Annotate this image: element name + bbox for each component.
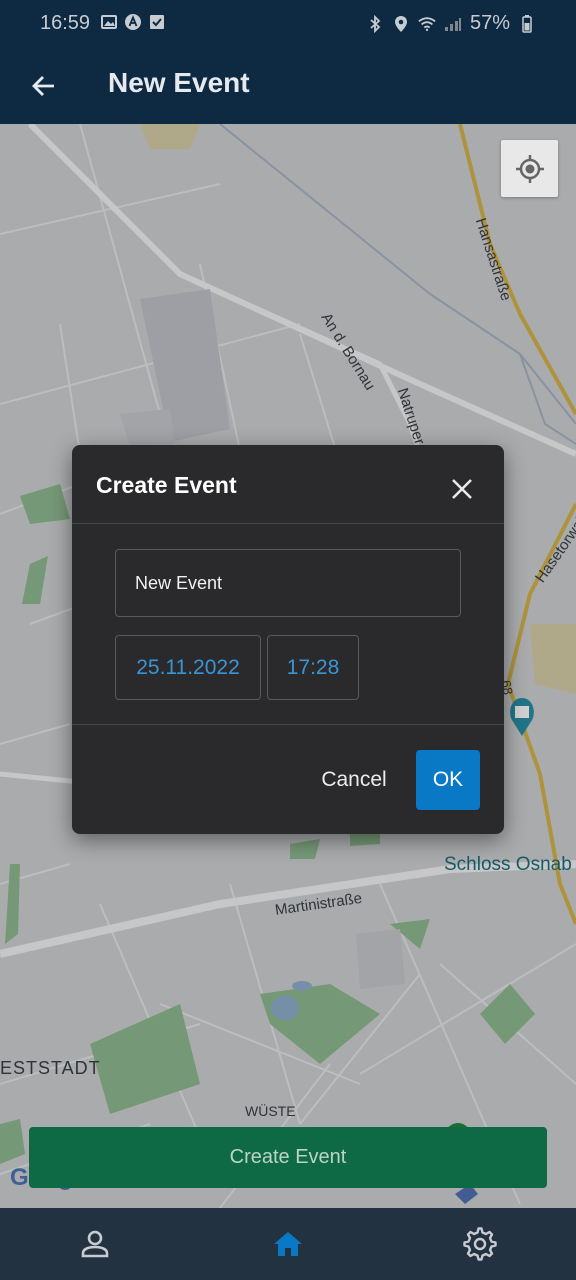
dialog-divider-top xyxy=(72,523,504,524)
cancel-button[interactable]: Cancel xyxy=(308,750,400,810)
check-box-icon xyxy=(148,13,166,31)
create-event-button[interactable]: Create Event xyxy=(29,1127,547,1188)
nav-item-home[interactable] xyxy=(268,1224,308,1264)
status-right: 57% xyxy=(366,12,536,35)
person-icon xyxy=(81,1230,109,1258)
status-time: 16:59 xyxy=(40,12,91,34)
home-icon xyxy=(274,1232,302,1256)
event-name-input[interactable]: New Event xyxy=(115,549,461,617)
time-value: 17:28 xyxy=(286,655,340,679)
page-title: New Event xyxy=(108,67,250,98)
bluetooth-icon xyxy=(366,14,384,33)
status-bar: 16:59 57% xyxy=(0,0,576,48)
status-left-icons xyxy=(100,13,166,31)
time-picker-field[interactable]: 17:28 xyxy=(267,635,359,700)
photo-icon xyxy=(100,13,118,31)
battery-text: 57% xyxy=(469,12,510,34)
bottom-nav xyxy=(0,1208,576,1280)
create-event-label: Create Event xyxy=(229,1146,347,1168)
date-picker-field[interactable]: 25.11.2022 xyxy=(115,635,261,700)
ok-label: OK xyxy=(432,768,464,791)
app-bar: New Event xyxy=(0,48,576,124)
ok-button[interactable]: OK xyxy=(416,750,480,810)
location-icon xyxy=(392,15,410,33)
dialog-close-button[interactable] xyxy=(444,471,480,507)
arrow-back-icon xyxy=(32,76,54,96)
nav-item-settings[interactable] xyxy=(460,1224,500,1264)
create-event-dialog: Create Event New Event 25.11.2022 17:28 … xyxy=(72,445,504,834)
signal-icon xyxy=(444,15,462,33)
dialog-divider-bottom xyxy=(72,724,504,725)
close-icon xyxy=(452,479,472,499)
cancel-label: Cancel xyxy=(321,768,387,791)
settings-icon xyxy=(463,1227,497,1261)
dialog-title: Create Event xyxy=(96,472,237,498)
back-button[interactable] xyxy=(24,66,64,106)
nav-item-profile[interactable] xyxy=(75,1224,115,1264)
battery-icon xyxy=(518,14,536,33)
my-location-icon xyxy=(515,154,544,183)
locate-me-button[interactable] xyxy=(501,140,558,197)
date-value: 25.11.2022 xyxy=(136,655,240,679)
app-a-icon xyxy=(124,13,142,31)
wifi-icon xyxy=(418,15,436,33)
